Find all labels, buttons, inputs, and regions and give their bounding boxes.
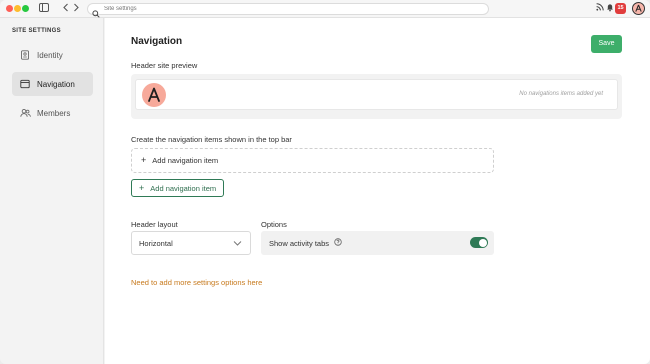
address-input[interactable] (104, 4, 474, 14)
sidebar-item-navigation[interactable]: Navigation (12, 72, 93, 96)
add-navigation-item-label: Add navigation item (152, 156, 219, 165)
nav-items-section-label: Create the navigation items shown in the… (131, 135, 292, 144)
settings-sidebar: SITE SETTINGS Identity Navigation Member… (0, 18, 104, 364)
main-content: Navigation Save Header site preview No n… (105, 18, 650, 364)
sidebar-toggle-icon[interactable] (38, 3, 50, 15)
sidebar-item-label: Members (37, 108, 71, 118)
users-icon (20, 108, 31, 118)
plus-icon: + (139, 182, 145, 193)
chevron-down-icon (233, 239, 242, 249)
header-layout-label: Header layout (131, 220, 178, 229)
title-bar: 15 (0, 0, 650, 18)
header-layout-value: Horizontal (139, 238, 173, 248)
forward-arrow-icon[interactable] (70, 3, 82, 15)
user-avatar[interactable] (632, 2, 645, 15)
add-navigation-item-slot[interactable]: + Add navigation item (131, 148, 494, 173)
plus-icon: + (141, 155, 147, 165)
page-title: Navigation (131, 36, 183, 47)
close-window-button[interactable] (6, 5, 13, 12)
minimize-window-button[interactable] (14, 5, 21, 12)
save-button[interactable]: Save (591, 35, 622, 53)
maximize-window-button[interactable] (22, 5, 29, 12)
options-label: Options (261, 220, 287, 229)
header-preview-bar: No navigations items added yet (135, 79, 618, 110)
add-navigation-item-button[interactable]: + Add navigation item (131, 179, 224, 197)
show-activity-tabs-label: Show activity tabs (269, 238, 330, 248)
show-activity-tabs-toggle[interactable] (470, 237, 488, 248)
app-window: 15 SITE SETTINGS Identity Navigation Mem… (0, 0, 650, 364)
more-settings-link[interactable]: Need to add more settings options here (131, 278, 262, 287)
header-layout-select[interactable]: Horizontal (131, 231, 251, 255)
address-bar[interactable] (87, 3, 489, 18)
window-icon (20, 79, 30, 89)
id-card-icon (20, 50, 30, 60)
add-navigation-item-button-label: Add navigation item (150, 183, 217, 193)
sidebar-item-members[interactable]: Members (12, 101, 93, 125)
help-icon[interactable] (334, 238, 342, 248)
sidebar-heading: SITE SETTINGS (12, 28, 61, 34)
sidebar-item-label: Identity (37, 50, 63, 60)
header-preview: No navigations items added yet (131, 74, 622, 119)
site-logo (142, 83, 166, 107)
notification-count-badge[interactable]: 15 (615, 3, 626, 14)
show-activity-tabs-option: Show activity tabs (261, 231, 494, 255)
preview-section-label: Header site preview (131, 61, 198, 70)
toggle-knob (478, 238, 487, 247)
sidebar-item-identity[interactable]: Identity (12, 43, 93, 67)
sidebar-item-label: Navigation (37, 79, 75, 89)
empty-nav-message: No navigations items added yet (519, 91, 603, 97)
